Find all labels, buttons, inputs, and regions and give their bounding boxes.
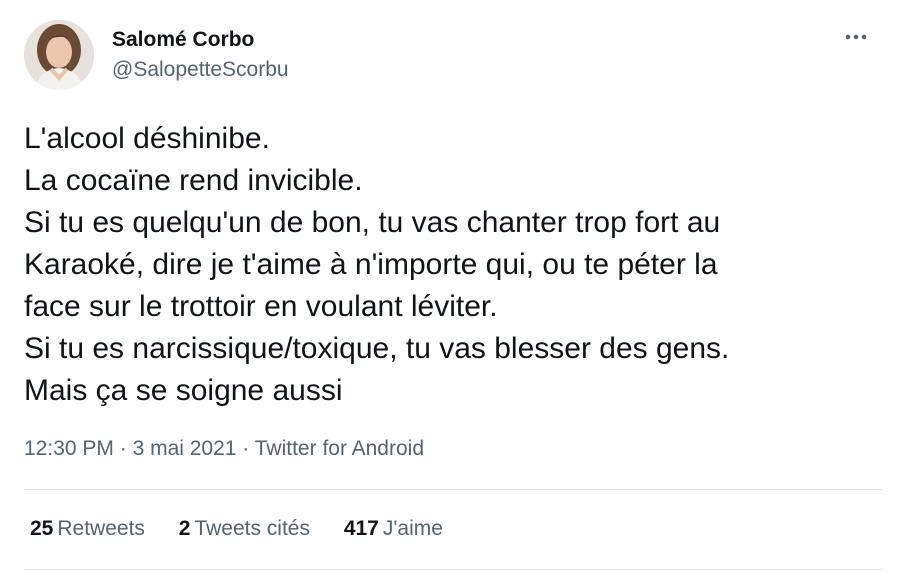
more-horizontal-icon <box>845 34 867 40</box>
avatar[interactable] <box>24 20 94 90</box>
likes-count: 417 <box>343 517 379 540</box>
retweets-count: 25 <box>30 517 54 540</box>
tweet-line: L'alcool déshinibe. <box>24 122 270 155</box>
likes-stat[interactable]: 417 J'aime <box>344 516 443 542</box>
profile-photo-icon <box>24 20 94 90</box>
retweets-label: Retweets <box>57 517 145 540</box>
more-options-button[interactable] <box>838 24 874 50</box>
tweet-line: Si tu es narcissique/toxique, tu vas ble… <box>24 332 730 365</box>
quote-tweets-stat[interactable]: 2 Tweets cités <box>179 516 310 542</box>
retweets-stat[interactable]: 25 Retweets <box>30 516 145 542</box>
tweet-line: Karaoké, dire je t'aime à n'importe qui,… <box>24 248 718 281</box>
tweet-date[interactable]: 3 mai 2021 <box>133 437 237 460</box>
tweet-line: face sur le trottoir en voulant léviter. <box>24 290 498 323</box>
tweet-time[interactable]: 12:30 PM <box>24 437 114 460</box>
tweet-source[interactable]: Twitter for Android <box>255 437 424 460</box>
quote-tweets-count: 2 <box>178 517 191 540</box>
quote-tweets-label: Tweets cités <box>194 517 310 540</box>
tweet-card: Salomé Corbo @SalopetteScorbu L'alcool d… <box>0 0 906 572</box>
meta-separator: · <box>236 437 255 460</box>
tweet-line: Si tu es quelqu'un de bon, tu vas chante… <box>24 206 721 239</box>
tweet-stats: 25 Retweets 2 Tweets cités 417 J'aime <box>30 516 471 542</box>
likes-label: J'aime <box>382 517 443 540</box>
meta-separator: · <box>113 437 133 460</box>
author-name[interactable]: Salomé Corbo <box>112 27 254 53</box>
divider <box>24 489 882 490</box>
tweet-line: La cocaïne rend invicible. <box>24 164 363 197</box>
author-handle[interactable]: @SalopetteScorbu <box>112 57 289 83</box>
tweet-text: L'alcool déshinibe. La cocaïne rend invi… <box>24 118 884 412</box>
tweet-line: Mais ça se soigne aussi <box>24 374 343 407</box>
divider <box>24 569 882 570</box>
tweet-metadata: 12:30 PM · 3 mai 2021 · Twitter for Andr… <box>24 436 424 462</box>
